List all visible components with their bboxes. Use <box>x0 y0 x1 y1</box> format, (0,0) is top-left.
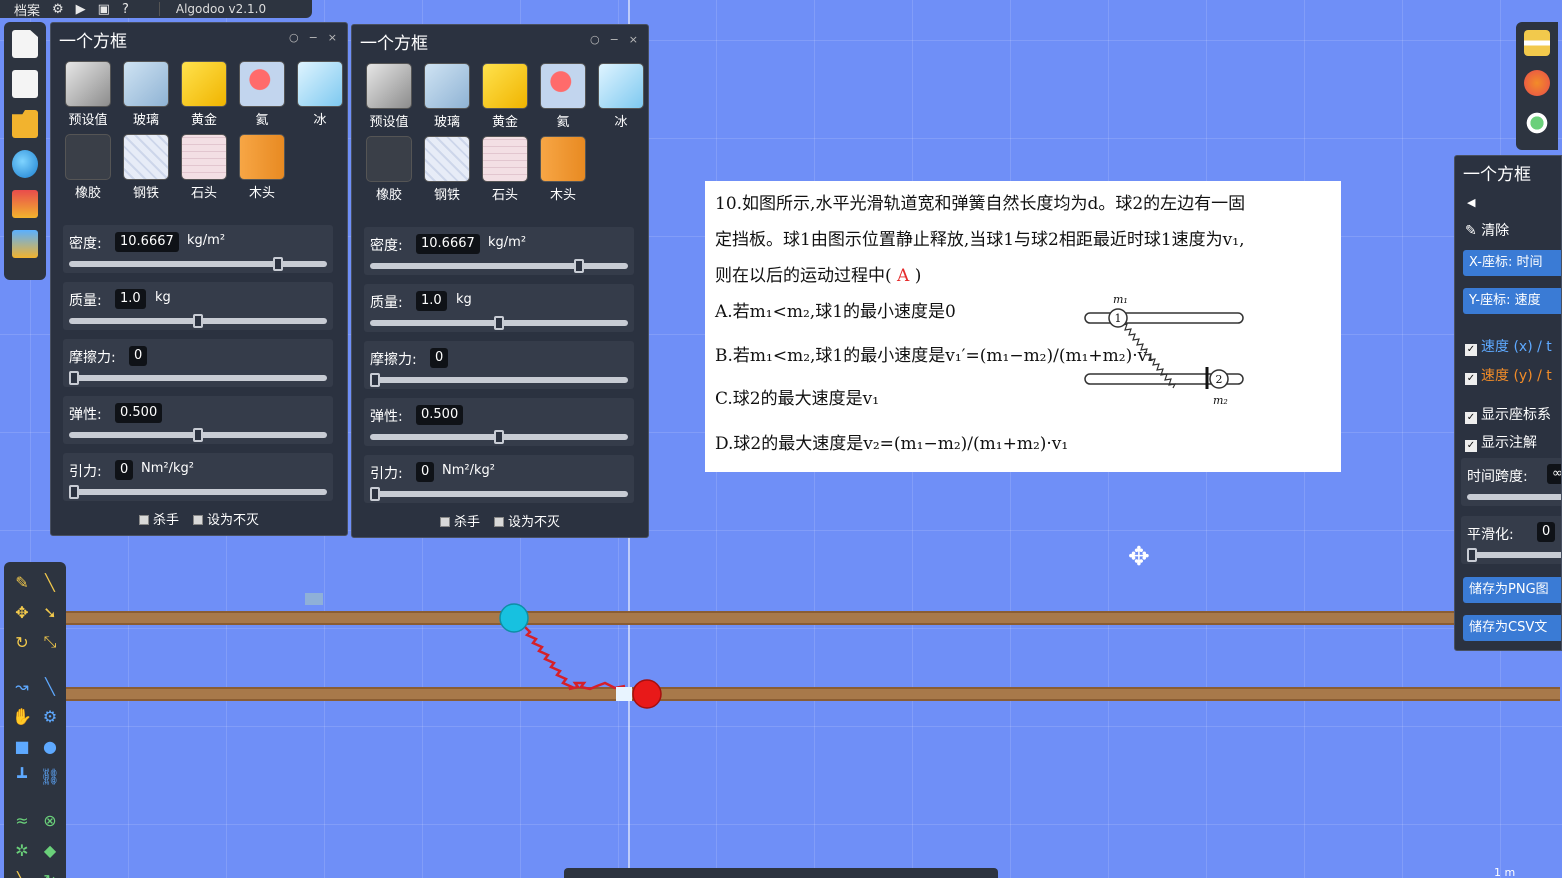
spring[interactable] <box>523 625 626 691</box>
move-cursor-icon: ✥ <box>1128 542 1150 572</box>
bottom-toolbar <box>564 868 998 878</box>
scene-objects <box>305 593 662 709</box>
ball-1[interactable] <box>499 603 529 633</box>
small-block[interactable] <box>305 593 323 605</box>
stop-block[interactable] <box>616 687 632 701</box>
ball-2[interactable] <box>632 679 662 709</box>
scale-label: 1 m <box>1494 866 1516 878</box>
